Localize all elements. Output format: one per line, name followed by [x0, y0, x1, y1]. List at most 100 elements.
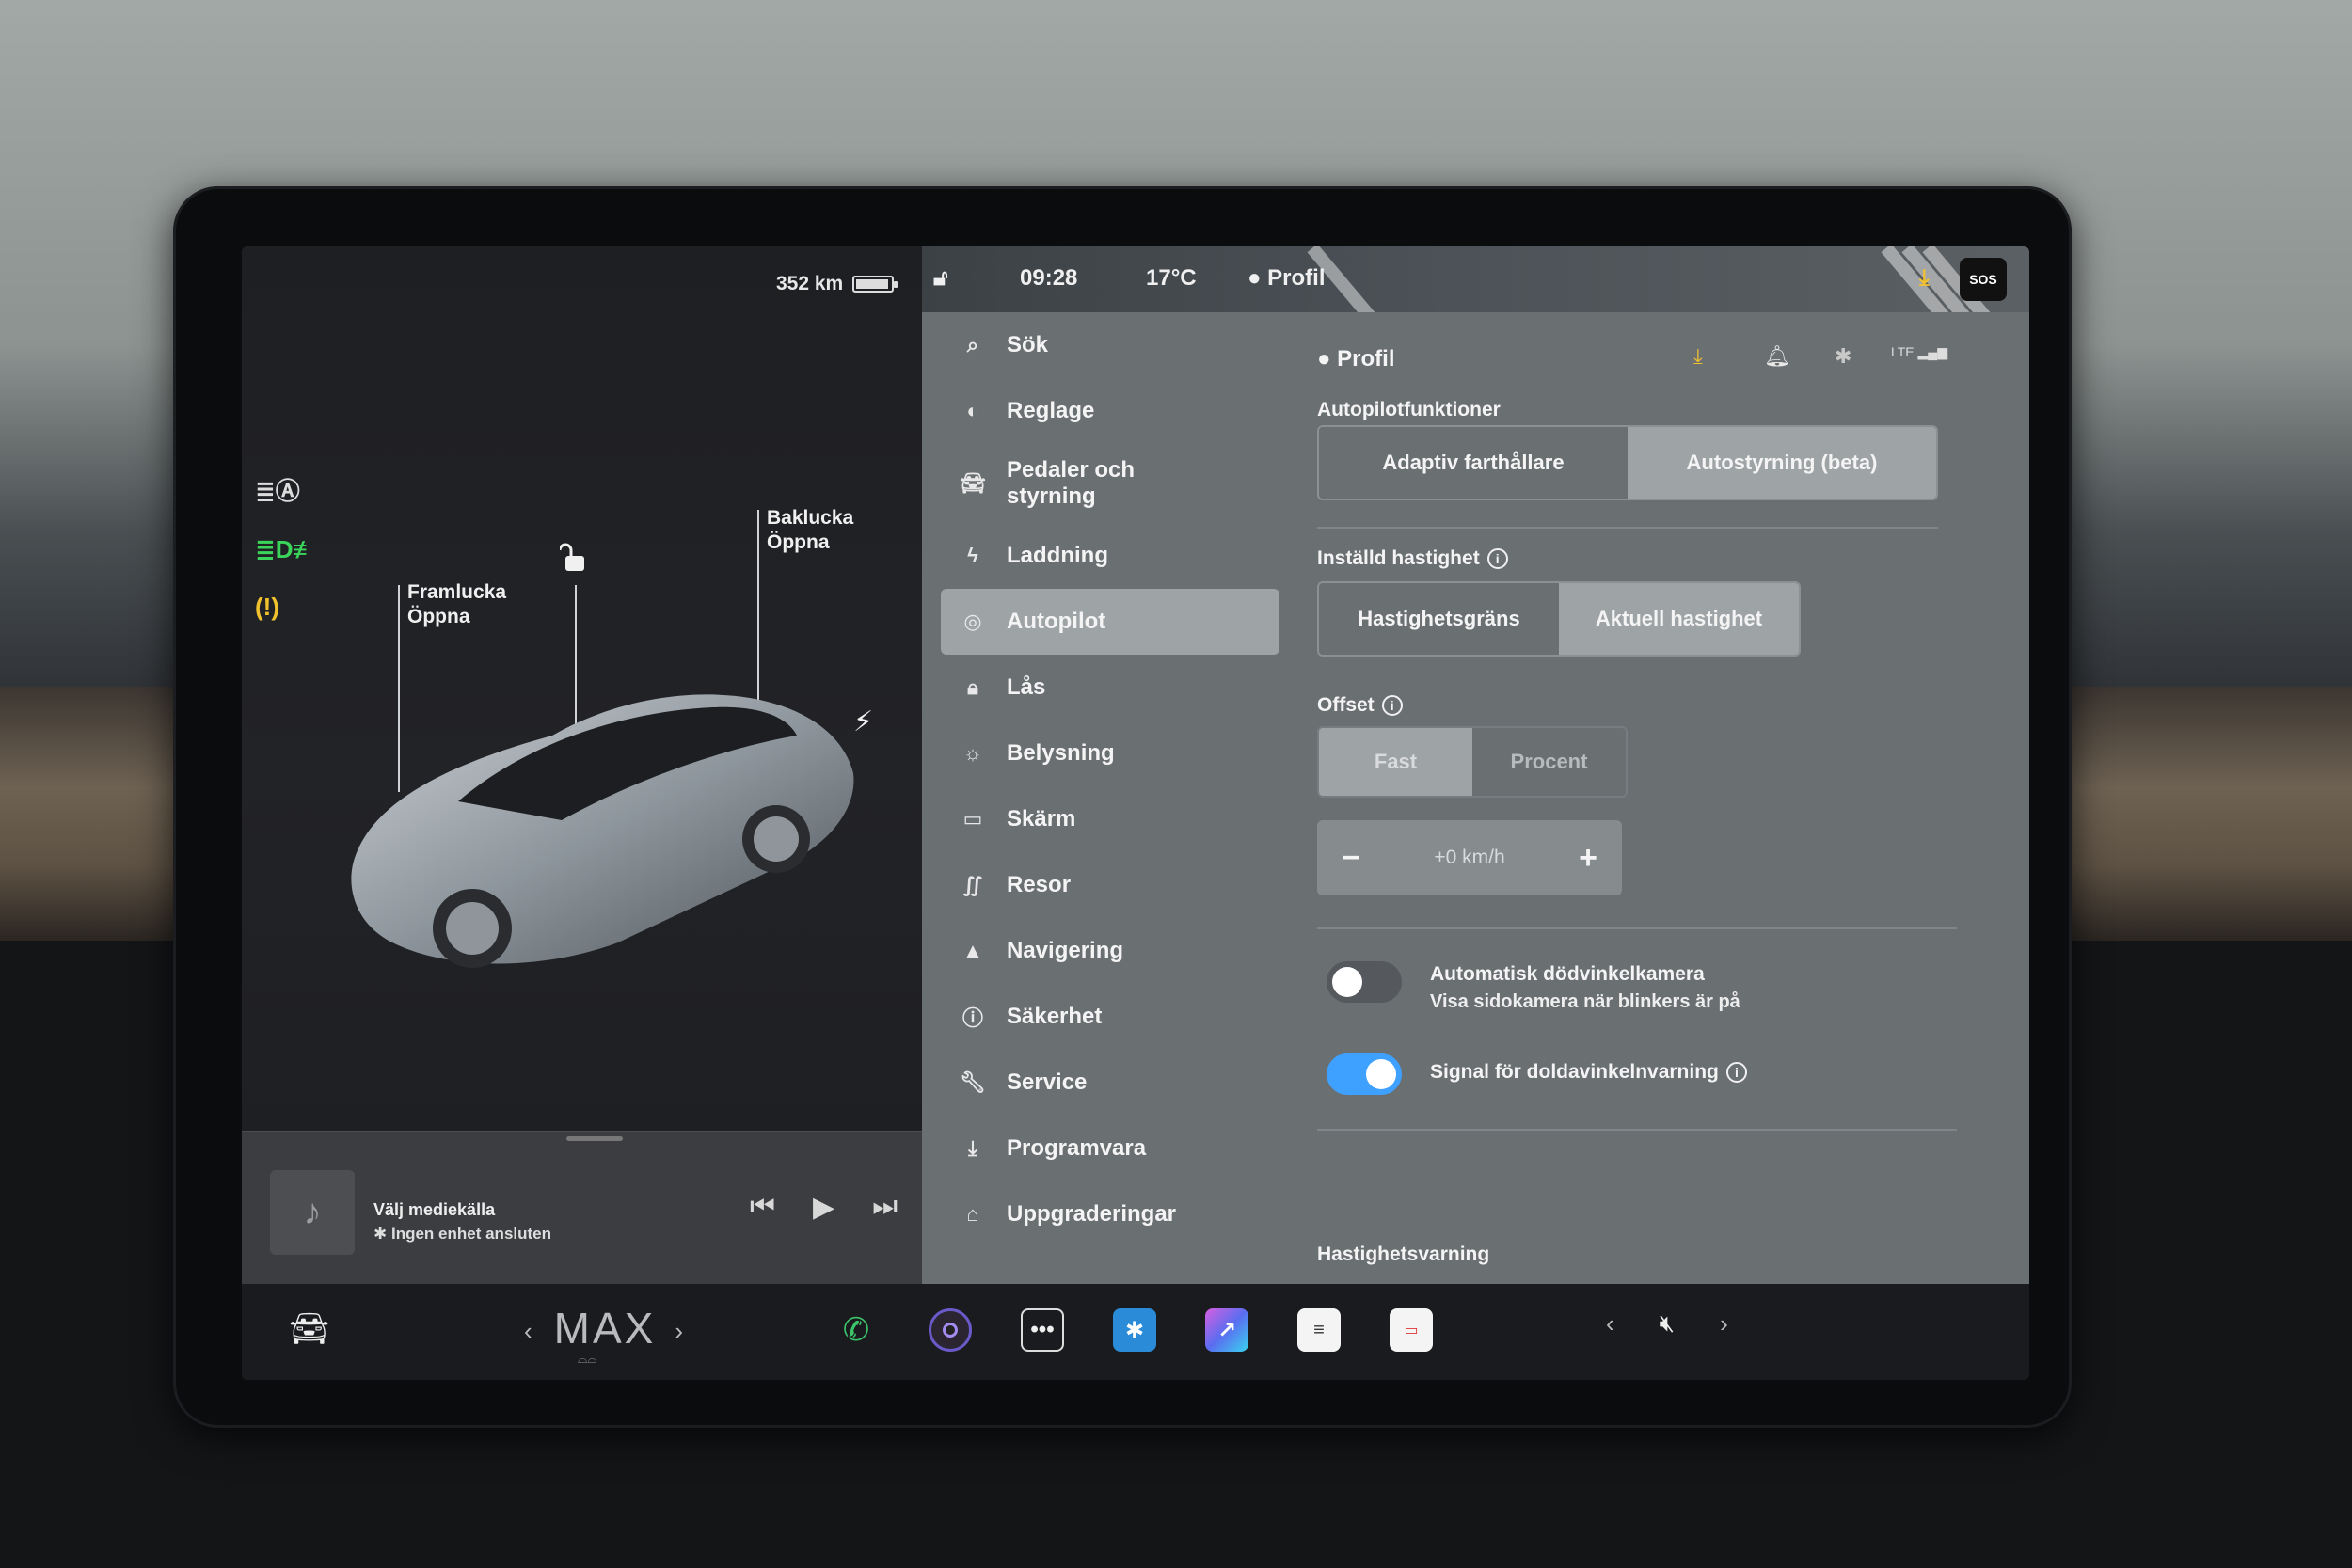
- menu-item-pedaler-och-styrning[interactable]: 🚘︎ Pedaler och styrning: [941, 444, 1279, 523]
- sun-icon: ☼: [962, 741, 983, 765]
- lock-icon: 🔒︎: [967, 675, 978, 699]
- menu-item-label: Lås: [1007, 674, 1046, 700]
- menu-item-skärm[interactable]: ▭ Skärm: [941, 786, 1279, 852]
- clock: 09:28: [1020, 265, 1078, 291]
- status-profile[interactable]: ● Profil: [1248, 265, 1326, 292]
- menu-item-lås[interactable]: 🔒︎ Lås: [941, 655, 1279, 721]
- trunk-label[interactable]: Baklucka Öppna: [767, 506, 853, 555]
- speed-warning-title: Hastighetsvarning: [1317, 1243, 1490, 1265]
- frunk-label[interactable]: Framlucka Öppna: [407, 580, 506, 629]
- unlocked-padlock-icon[interactable]: [560, 543, 588, 575]
- increase-button[interactable]: +: [1579, 840, 1597, 877]
- user-icon: ●: [1317, 346, 1331, 372]
- bag-icon: ⌂: [966, 1202, 979, 1226]
- menu-item-autopilot[interactable]: ◎ Autopilot: [941, 589, 1279, 655]
- climate-control[interactable]: ‹ MAX ›: [505, 1303, 705, 1354]
- blind-spot-camera-toggle[interactable]: [1327, 961, 1402, 1003]
- lock-status-icon[interactable]: 🔓︎: [933, 265, 948, 292]
- lte-label: LTE: [1891, 344, 1915, 359]
- toggle-knob: [1366, 1059, 1396, 1089]
- play-icon[interactable]: ▶: [813, 1191, 834, 1224]
- info-icon[interactable]: i: [1381, 695, 1403, 717]
- volume-control: ‹ 🔇︎ ›: [1606, 1308, 1728, 1338]
- battery-icon: [852, 276, 898, 293]
- option-speed-limit[interactable]: Hastighetsgräns: [1319, 583, 1559, 655]
- blind-spot-signal-label: Signal för doldavinkelnvarning i: [1430, 1061, 1747, 1084]
- option-current-speed[interactable]: Aktuell hastighet: [1559, 583, 1799, 655]
- toybox-icon[interactable]: ↗: [1205, 1308, 1248, 1352]
- chevron-right-icon[interactable]: ›: [675, 1317, 686, 1345]
- update-download-icon[interactable]: ⤓: [1919, 265, 1930, 292]
- profile-button[interactable]: ● Profil: [1317, 346, 1395, 372]
- camera-icon[interactable]: [929, 1308, 972, 1352]
- option-autosteer[interactable]: Autostyrning (beta): [1628, 427, 1936, 499]
- menu-item-label: Sök: [1007, 332, 1049, 357]
- menu-item-label: Belysning: [1007, 740, 1115, 766]
- status-profile-label: Profil: [1267, 265, 1326, 291]
- set-speed-title: Inställd hastighet i: [1317, 547, 1508, 570]
- decrease-button[interactable]: −: [1342, 840, 1360, 877]
- media-drag-handle[interactable]: [566, 1136, 623, 1141]
- menu-item-label: Resor: [1007, 872, 1072, 897]
- chevron-right-icon[interactable]: ›: [1720, 1309, 1728, 1338]
- menu-item-programvara[interactable]: ⤓ Programvara: [941, 1116, 1279, 1181]
- notepad-icon[interactable]: ≡: [1297, 1308, 1341, 1352]
- menu-item-label: Skärm: [1007, 806, 1076, 832]
- indicator-column: ≣Ⓐ ≣D≢ (!): [255, 472, 318, 622]
- divider: [1317, 927, 1957, 929]
- info-icon[interactable]: i: [1486, 548, 1508, 570]
- menu-item-label: Säkerhet: [1007, 1004, 1103, 1029]
- media-source-status: ✱ Ingen enhet ansluten: [373, 1225, 551, 1243]
- chevron-left-icon[interactable]: ‹: [1606, 1309, 1614, 1338]
- download-icon[interactable]: ⤓: [1693, 344, 1703, 369]
- menu-item-label: Service: [1007, 1069, 1088, 1095]
- bluetooth-icon[interactable]: ✱: [1835, 344, 1851, 369]
- menu-item-laddning[interactable]: ϟ Laddning: [941, 523, 1279, 589]
- menu-item-sök[interactable]: ⌕ Sök: [941, 312, 1279, 378]
- menu-item-label: Navigering: [1007, 938, 1124, 963]
- menu-item-navigering[interactable]: ▲ Navigering: [941, 918, 1279, 984]
- offset-value: +0 km/h: [1434, 847, 1505, 868]
- media-controls: ⏮ ▶ ⏭: [750, 1191, 898, 1224]
- option-fixed[interactable]: Fast: [1319, 728, 1472, 796]
- media-source-title[interactable]: Välj mediekälla: [373, 1200, 495, 1220]
- charge-port-icon[interactable]: ⚡: [853, 705, 873, 738]
- settings-panel: ⌕ Sök ◐ Reglage 🚘︎ Pedaler och styrning ϟ Laddn…: [922, 312, 2029, 1284]
- menu-item-label: Laddning: [1007, 543, 1108, 568]
- car-icon[interactable]: 🚘︎: [289, 1310, 334, 1348]
- menu-item-belysning[interactable]: ☼ Belysning: [941, 721, 1279, 786]
- option-percent[interactable]: Procent: [1472, 728, 1626, 796]
- menu-item-service[interactable]: 🔧︎ Service: [941, 1050, 1279, 1116]
- calendar-icon[interactable]: ▭: [1390, 1308, 1433, 1352]
- set-speed-selector: Hastighetsgräns Aktuell hastighet: [1317, 581, 1801, 657]
- frunk-title: Framlucka: [407, 581, 507, 603]
- user-icon: ●: [1248, 265, 1262, 291]
- offset-title-text: Offset: [1317, 694, 1375, 716]
- bluetooth-icon: ✱: [373, 1225, 388, 1243]
- safety-icon: ⓘ: [961, 1006, 983, 1030]
- menu-item-säkerhet[interactable]: ⓘ Säkerhet: [941, 984, 1279, 1050]
- menu-item-uppgraderingar[interactable]: ⌂ Uppgraderingar: [941, 1181, 1279, 1247]
- bell-icon[interactable]: 🔔︎: [1764, 344, 1790, 369]
- blind-spot-signal-toggle[interactable]: [1327, 1053, 1402, 1095]
- more-icon[interactable]: •••: [1021, 1308, 1064, 1352]
- info-icon[interactable]: i: [1725, 1062, 1747, 1084]
- profile-label: Profil: [1337, 346, 1395, 372]
- sos-button[interactable]: SOS: [1960, 258, 2007, 301]
- option-adaptive-cruise[interactable]: Adaptiv farthållare: [1319, 427, 1628, 499]
- offset-mode-selector: Fast Procent: [1317, 726, 1628, 798]
- menu-item-reglage[interactable]: ◐ Reglage: [941, 378, 1279, 444]
- menu-item-resor[interactable]: ∬ Resor: [941, 852, 1279, 918]
- previous-track-icon[interactable]: ⏮: [750, 1191, 775, 1224]
- trips-icon: ∬: [962, 873, 983, 896]
- offset-stepper: − +0 km/h +: [1317, 820, 1622, 895]
- next-track-icon[interactable]: ⏭: [872, 1191, 898, 1224]
- auto-headlights-icon: ≣Ⓐ: [255, 477, 300, 505]
- bluetooth-app-icon[interactable]: ✱: [1113, 1308, 1156, 1352]
- chevron-left-icon[interactable]: ‹: [524, 1317, 535, 1345]
- media-player: ♪ Välj mediekälla ✱ Ingen enhet ansluten…: [242, 1131, 941, 1284]
- muted-speaker-icon[interactable]: 🔇︎: [1660, 1308, 1675, 1338]
- battery-fill: [856, 279, 889, 289]
- phone-icon[interactable]: ✆: [834, 1308, 878, 1352]
- navigation-icon: ▲: [962, 939, 983, 962]
